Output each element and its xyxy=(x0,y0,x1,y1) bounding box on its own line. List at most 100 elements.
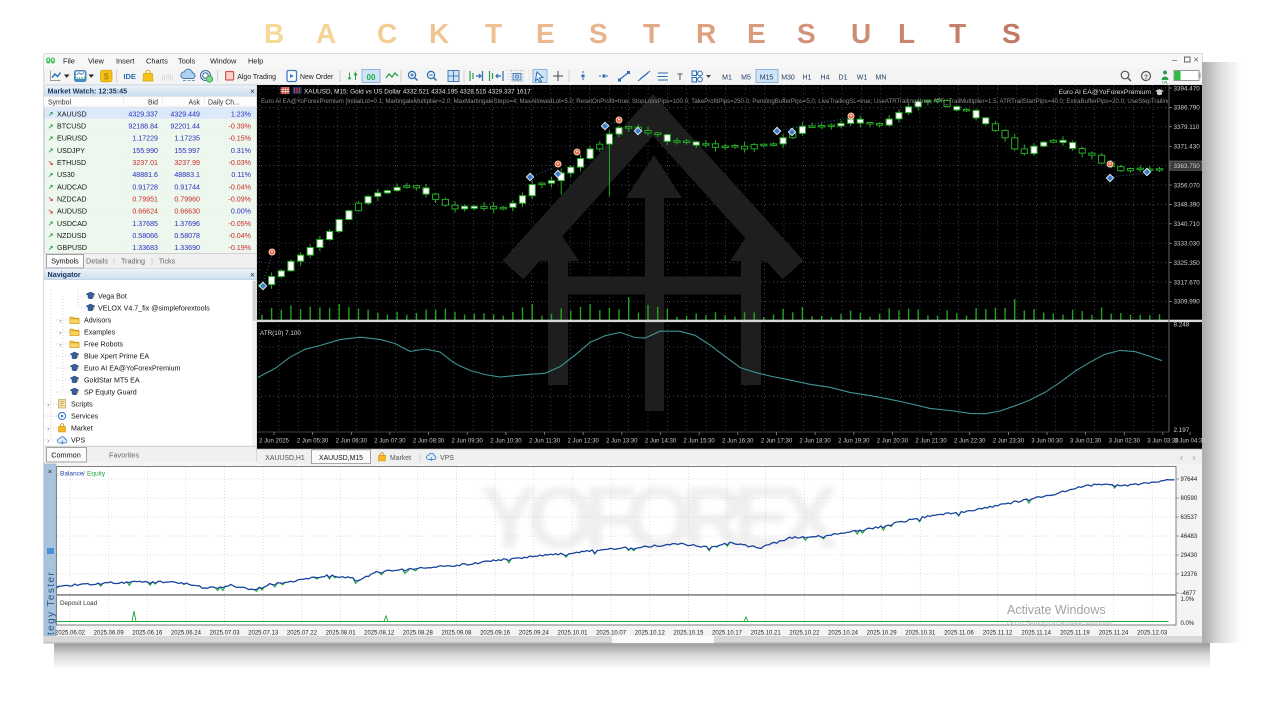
svg-text:Vega Bot: Vega Bot xyxy=(98,293,127,301)
svg-text:|: | xyxy=(151,259,153,266)
svg-text:0.58066: 0.58066 xyxy=(132,232,158,240)
svg-text:VELOX V4.7_fix @simpleforextoo: VELOX V4.7_fix @simpleforextools xyxy=(98,305,210,313)
svg-text:GBPUSD: GBPUSD xyxy=(57,244,87,252)
svg-text:2025.10.15: 2025.10.15 xyxy=(673,631,704,637)
svg-text:M1: M1 xyxy=(722,75,732,82)
svg-text:×: × xyxy=(48,467,52,476)
svg-text:Common: Common xyxy=(51,451,81,460)
svg-text:↗: ↗ xyxy=(48,111,54,118)
svg-text:Equity: Equity xyxy=(87,471,106,478)
svg-text:↗: ↗ xyxy=(48,245,54,252)
svg-text:1.17235: 1.17235 xyxy=(174,135,200,143)
svg-text:92188.84: 92188.84 xyxy=(128,123,158,131)
svg-text:2 Jun 09:30: 2 Jun 09:30 xyxy=(452,439,484,445)
svg-text:0.79951: 0.79951 xyxy=(132,196,158,204)
svg-text:Market Watch: 12:35:45: Market Watch: 12:35:45 xyxy=(48,87,128,96)
svg-text:Go to Settings to activate Win: Go to Settings to activate Windows. xyxy=(1007,620,1114,627)
svg-text:Algo Trading: Algo Trading xyxy=(237,74,276,81)
svg-text:3 Jun 02:30: 3 Jun 02:30 xyxy=(1109,439,1141,445)
svg-text:-0.09%: -0.09% xyxy=(229,196,252,204)
svg-text:3348.390: 3348.390 xyxy=(1174,202,1201,209)
svg-text:↗: ↗ xyxy=(48,233,54,240)
svg-text:2025.10.12: 2025.10.12 xyxy=(635,631,666,637)
svg-text:-0.19%: -0.19% xyxy=(229,244,252,252)
svg-text:×: × xyxy=(250,269,255,279)
svg-text:File: File xyxy=(63,57,75,66)
svg-text:-0.15%: -0.15% xyxy=(229,135,252,143)
svg-text:Advisors: Advisors xyxy=(84,317,112,325)
svg-text:Help: Help xyxy=(248,57,263,66)
svg-text:GoldStar MT5 EA: GoldStar MT5 EA xyxy=(84,377,140,385)
svg-text:1.17229: 1.17229 xyxy=(132,135,158,143)
svg-text:ETHUSD: ETHUSD xyxy=(57,159,86,167)
svg-text:2025.11.19: 2025.11.19 xyxy=(1060,631,1090,637)
svg-text:63537: 63537 xyxy=(1181,515,1198,521)
svg-text:155.990: 155.990 xyxy=(132,147,158,155)
svg-text:3333.030: 3333.030 xyxy=(1174,241,1201,248)
svg-text:NZDCAD: NZDCAD xyxy=(57,196,87,204)
svg-text:Daily Ch...: Daily Ch... xyxy=(208,99,240,106)
svg-text:2 Jun 07:30: 2 Jun 07:30 xyxy=(374,439,406,445)
svg-text:↗: ↗ xyxy=(48,123,54,130)
svg-text:2 Jun 18:30: 2 Jun 18:30 xyxy=(799,439,831,445)
svg-text:Scripts: Scripts xyxy=(71,401,93,409)
svg-text:2 Jun 17:30: 2 Jun 17:30 xyxy=(761,439,793,445)
svg-text:|: | xyxy=(113,259,115,266)
svg-text:↘: ↘ xyxy=(48,196,54,203)
svg-text:VPS: VPS xyxy=(71,437,85,445)
svg-text:2025.07.03: 2025.07.03 xyxy=(210,631,241,637)
svg-text:80590: 80590 xyxy=(1181,496,1198,502)
svg-text:Deposit Load: Deposit Load xyxy=(60,600,98,607)
svg-text:Balance: Balance xyxy=(60,471,84,478)
svg-text:2025.09.24: 2025.09.24 xyxy=(519,631,550,637)
svg-text:2025.07.22: 2025.07.22 xyxy=(287,631,318,637)
svg-text:2025.10.21: 2025.10.21 xyxy=(751,631,782,637)
svg-text:2 Jun 05:30: 2 Jun 05:30 xyxy=(297,439,329,445)
svg-text:Favorites: Favorites xyxy=(109,451,139,460)
svg-text:3379.110: 3379.110 xyxy=(1174,124,1200,131)
svg-text:0.58078: 0.58078 xyxy=(174,232,200,240)
svg-text:3340.710: 3340.710 xyxy=(1174,221,1201,228)
svg-text:00: 00 xyxy=(367,73,376,82)
svg-text:Symbol: Symbol xyxy=(48,99,71,106)
svg-text:View: View xyxy=(88,57,105,66)
svg-text:0.11%: 0.11% xyxy=(231,171,251,179)
svg-text:↗: ↗ xyxy=(48,172,54,179)
svg-text:((o)): ((o)) xyxy=(161,74,173,81)
svg-text:AUDUSD: AUDUSD xyxy=(57,208,87,216)
svg-text:3325.350: 3325.350 xyxy=(1174,260,1201,267)
svg-text:VPS: VPS xyxy=(440,455,454,462)
svg-text:2025.11.14: 2025.11.14 xyxy=(1021,631,1051,637)
svg-text:2 Jun 06:30: 2 Jun 06:30 xyxy=(336,439,368,445)
svg-text:Market: Market xyxy=(390,455,411,462)
svg-text:2025.10.22: 2025.10.22 xyxy=(789,631,820,637)
svg-text:2025.11.12: 2025.11.12 xyxy=(983,631,1013,637)
svg-text:2 Jun 23:30: 2 Jun 23:30 xyxy=(993,439,1025,445)
svg-text:Ask: Ask xyxy=(189,99,201,106)
svg-text:Symbols: Symbols xyxy=(51,257,79,266)
svg-text:Market: Market xyxy=(71,425,93,433)
svg-text:4329.449: 4329.449 xyxy=(170,110,200,118)
svg-text:Blue Xpert Prime EA: Blue Xpert Prime EA xyxy=(84,353,149,361)
svg-text:XAUUSD,M15: XAUUSD,M15 xyxy=(319,455,363,462)
svg-text:Tools: Tools xyxy=(178,57,196,66)
svg-text:↘: ↘ xyxy=(48,160,54,167)
svg-text:Charts: Charts xyxy=(146,57,168,66)
svg-text:H1: H1 xyxy=(803,75,812,82)
svg-text:Euro AI EA@YoForexPremium: Euro AI EA@YoForexPremium xyxy=(1059,89,1152,96)
svg-text:US30: US30 xyxy=(57,171,75,179)
svg-text:2025.10.01: 2025.10.01 xyxy=(557,631,588,637)
svg-text:tegy Tester: tegy Tester xyxy=(46,571,57,635)
svg-text:Trading: Trading xyxy=(121,257,145,266)
svg-text:↗: ↗ xyxy=(48,148,54,155)
svg-text:2025.10.17: 2025.10.17 xyxy=(712,631,743,637)
svg-text:T: T xyxy=(485,18,502,49)
svg-text:2025.06.16: 2025.06.16 xyxy=(132,631,163,637)
svg-text:3317.670: 3317.670 xyxy=(1174,279,1201,286)
svg-text:EURUSD: EURUSD xyxy=(57,135,87,143)
svg-text:48881.6: 48881.6 xyxy=(132,171,158,179)
svg-text:1.0%: 1.0% xyxy=(1181,597,1195,603)
svg-text:2025.08.01: 2025.08.01 xyxy=(326,631,357,637)
svg-text:B: B xyxy=(264,18,284,49)
svg-text:R: R xyxy=(696,18,716,49)
